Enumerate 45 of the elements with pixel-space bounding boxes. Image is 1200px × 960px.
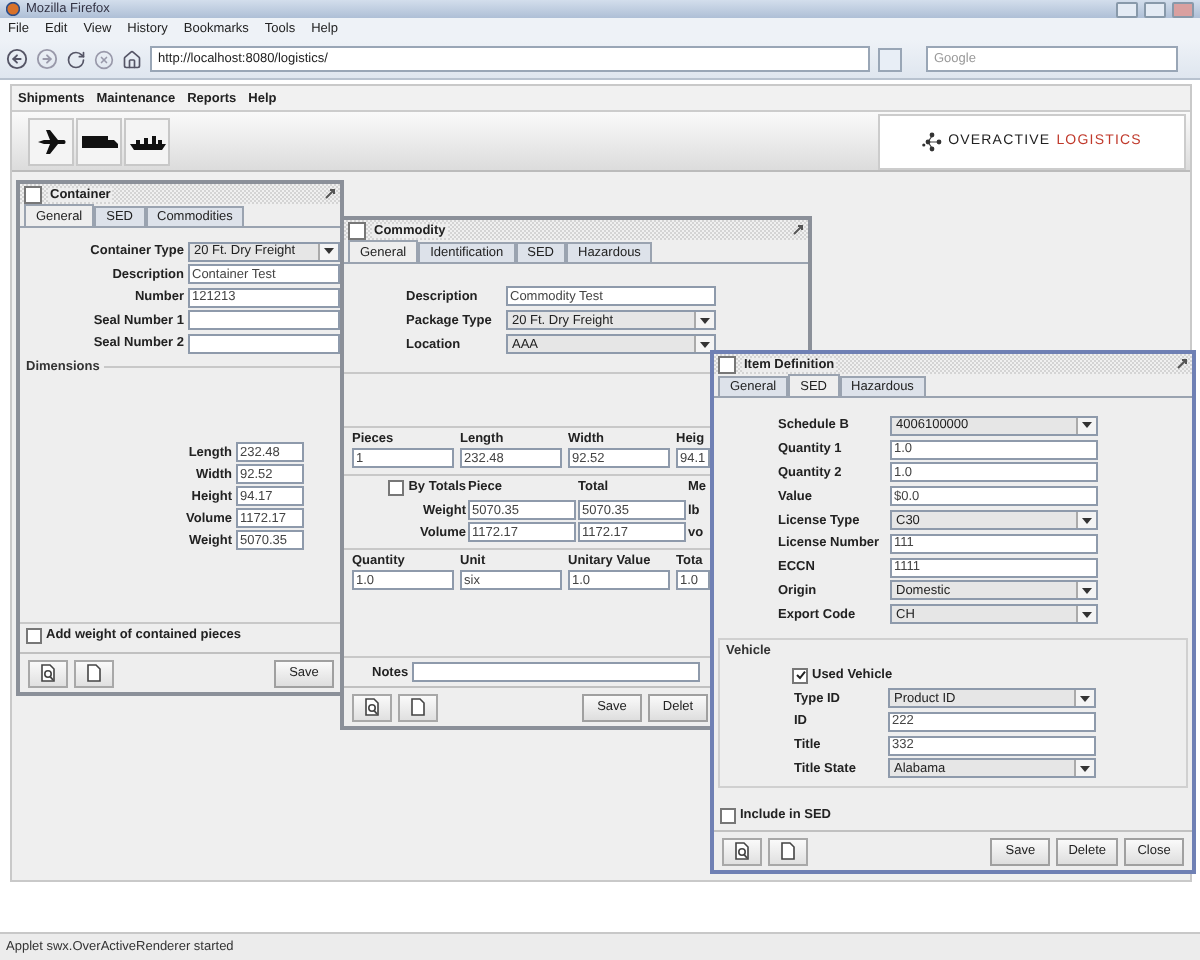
new-document-button[interactable] — [74, 659, 114, 687]
toolbar-button[interactable] — [28, 117, 74, 165]
app-icon — [6, 2, 20, 16]
toolbar-button[interactable] — [124, 117, 170, 165]
caret-icon — [1080, 695, 1090, 702]
new-document-button[interactable] — [398, 693, 438, 721]
caret-icon — [1082, 611, 1092, 618]
back-icon[interactable] — [6, 48, 28, 70]
window-icon — [24, 185, 42, 203]
search-button[interactable] — [28, 659, 68, 687]
reload-icon[interactable] — [66, 49, 86, 69]
document-search-icon — [364, 698, 380, 716]
document-icon — [86, 664, 102, 682]
checkbox[interactable] — [26, 627, 42, 643]
network-icon — [922, 131, 943, 151]
window-icon — [718, 355, 736, 373]
document-icon — [780, 842, 796, 860]
document-search-icon — [40, 664, 56, 682]
input-field[interactable] — [188, 333, 340, 354]
caret-icon — [324, 248, 334, 255]
notes-field[interactable] — [412, 662, 701, 682]
input-field[interactable] — [188, 310, 340, 331]
maximize-icon[interactable] — [792, 224, 804, 236]
document-search-icon — [734, 842, 750, 860]
checkbox[interactable] — [720, 807, 736, 823]
caret-icon — [700, 317, 710, 323]
caret-icon — [700, 341, 710, 347]
checkbox[interactable] — [792, 667, 808, 684]
caret-icon — [1080, 765, 1090, 772]
search-button[interactable] — [722, 837, 762, 865]
checkbox[interactable] — [388, 479, 405, 495]
toolbar-button[interactable] — [76, 117, 122, 165]
home-icon[interactable] — [122, 49, 142, 69]
truck-icon — [81, 133, 117, 149]
new-document-button[interactable] — [768, 837, 808, 865]
window-icon — [348, 221, 366, 239]
ship-icon — [129, 133, 165, 149]
search-button[interactable] — [352, 693, 392, 721]
plane-icon — [37, 129, 65, 153]
caret-icon — [1082, 517, 1092, 524]
maximize-icon[interactable] — [324, 188, 336, 200]
document-icon — [410, 698, 426, 716]
caret-icon — [1082, 422, 1092, 429]
caret-icon — [1082, 587, 1092, 594]
maximize-icon[interactable] — [1176, 358, 1188, 370]
